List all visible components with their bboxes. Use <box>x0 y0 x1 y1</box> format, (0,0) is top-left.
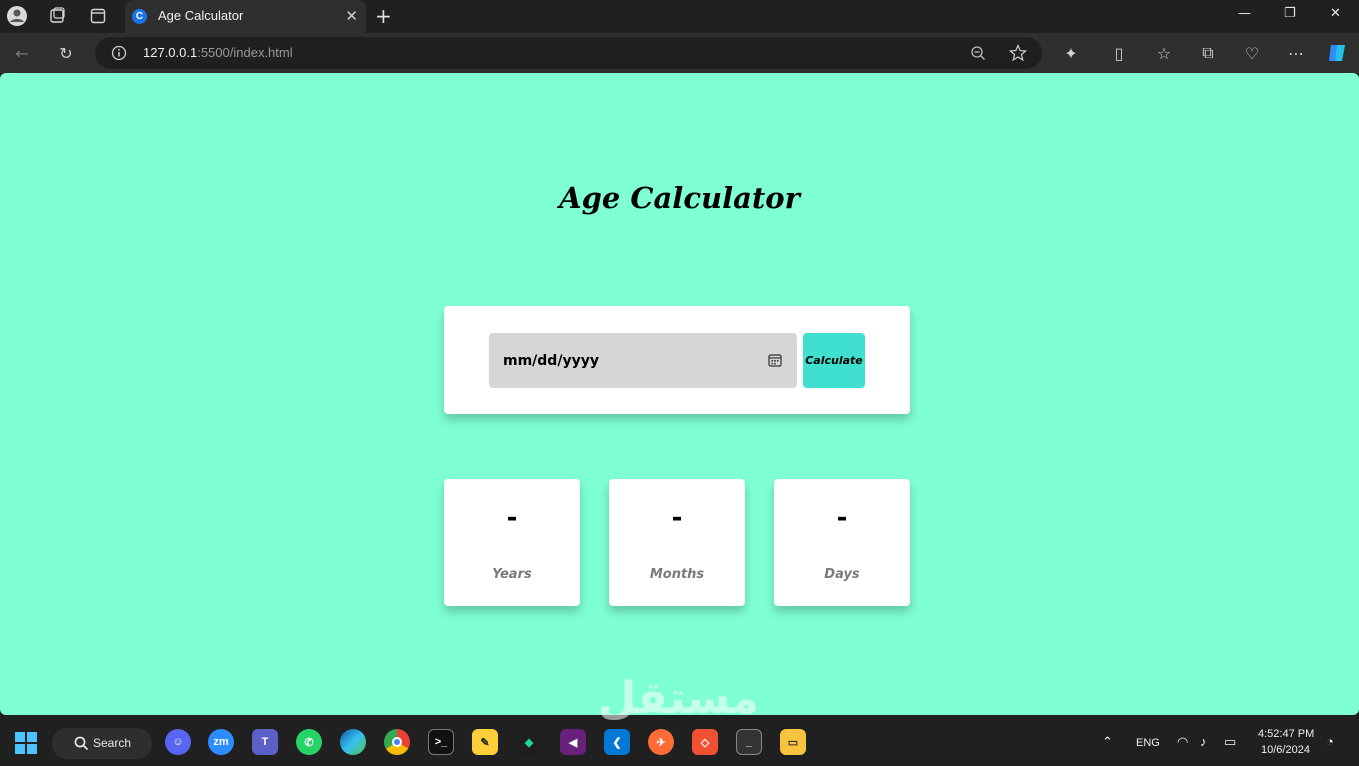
birthdate-input[interactable] <box>489 333 797 388</box>
terminal-preview-icon[interactable]: _ <box>736 729 762 755</box>
result-card-days: - Days <box>774 479 910 606</box>
favorite-star-icon[interactable] <box>1009 44 1027 62</box>
info-icon[interactable] <box>111 45 127 61</box>
terminal-icon[interactable]: >_ <box>428 729 454 755</box>
profile-icon[interactable] <box>4 4 30 28</box>
address-bar[interactable]: 127.0.0.1:5500/index.html <box>95 37 1042 69</box>
page-body: Age Calculator Calculate - Years - Month… <box>0 73 1359 724</box>
git-icon[interactable]: ◇ <box>692 729 718 755</box>
close-window-icon[interactable]: ✕ <box>1330 6 1341 21</box>
days-label: Days <box>824 567 860 582</box>
pycharm-icon[interactable]: ◆ <box>516 729 542 755</box>
url-path: :5500/index.html <box>197 45 293 60</box>
browser-essentials-icon[interactable]: ♡ <box>1241 42 1263 64</box>
file-explorer-icon[interactable]: ▭ <box>780 729 806 755</box>
edge-icon[interactable] <box>340 729 366 755</box>
years-label: Years <box>492 567 532 582</box>
zoom-icon[interactable]: zm <box>208 729 234 755</box>
discord-icon[interactable]: ☺ <box>165 729 191 755</box>
url-text: 127.0.0.1:5500/index.html <box>143 45 293 60</box>
zoom-out-icon[interactable] <box>970 45 986 61</box>
teams-icon[interactable]: T <box>252 729 278 755</box>
collections-icon[interactable]: ⧉ <box>1197 42 1219 64</box>
tab-title: Age Calculator <box>158 8 244 23</box>
refresh-icon[interactable]: ↻ <box>55 42 77 64</box>
back-icon[interactable]: ← <box>11 42 33 64</box>
search-icon <box>74 736 89 751</box>
windows-start-icon[interactable] <box>15 732 37 758</box>
input-card: Calculate <box>444 306 910 414</box>
tab-close-icon[interactable]: ✕ <box>345 7 358 25</box>
clock-date[interactable]: 10/6/2024 <box>1261 744 1310 756</box>
tab-age-calculator[interactable]: C Age Calculator ✕ <box>125 0 366 33</box>
vscode-icon[interactable]: ❮ <box>604 729 630 755</box>
wifi-icon[interactable]: ◠ <box>1177 734 1188 750</box>
new-tab-icon[interactable]: + <box>375 4 392 28</box>
postman-icon[interactable]: ✈ <box>648 729 674 755</box>
days-value: - <box>836 503 848 533</box>
page-title: Age Calculator <box>559 181 800 215</box>
calendar-icon[interactable] <box>768 353 782 367</box>
navigation-bar: ← ↻ 127.0.0.1:5500/index.html ✦ ▯ ☆ ⧉ ♡ … <box>0 33 1359 73</box>
url-host: 127.0.0.1 <box>143 45 198 60</box>
copilot-icon[interactable] <box>1326 42 1348 64</box>
visual-studio-icon[interactable]: ◀ <box>560 729 586 755</box>
language-indicator[interactable]: ENG <box>1136 737 1160 749</box>
extensions-icon[interactable]: ✦ <box>1060 42 1082 64</box>
tray-chevron-icon[interactable]: ⌃ <box>1102 734 1113 750</box>
tab-favicon-icon: C <box>132 9 147 24</box>
tool-icon[interactable]: ✎ <box>472 729 498 755</box>
battery-icon[interactable]: ▭ <box>1224 734 1236 750</box>
result-card-months: - Months <box>609 479 745 606</box>
months-label: Months <box>649 567 705 582</box>
tab-actions-icon[interactable] <box>85 4 111 28</box>
volume-icon[interactable]: ♪ <box>1200 734 1207 749</box>
result-card-years: - Years <box>444 479 580 606</box>
favorites-icon[interactable]: ☆ <box>1153 42 1175 64</box>
years-value: - <box>506 503 518 533</box>
split-screen-icon[interactable]: ▯ <box>1108 42 1130 64</box>
taskbar-search[interactable]: Search <box>52 728 152 759</box>
calculate-button[interactable]: Calculate <box>803 333 865 388</box>
more-menu-icon[interactable]: ⋯ <box>1285 42 1307 64</box>
restore-icon[interactable]: ❐ <box>1284 6 1296 21</box>
minimize-icon[interactable]: — <box>1238 6 1251 21</box>
watermark-logo: مستقل <box>598 673 759 724</box>
whatsapp-icon[interactable]: ✆ <box>296 729 322 755</box>
clock-time[interactable]: 4:52:47 PM <box>1258 728 1314 740</box>
search-label: Search <box>93 736 132 750</box>
taskbar: Search ☺ zm T ✆ >_ ✎ ◆ ◀ ❮ ✈ ◇ _ ▭ ⌃ ENG… <box>0 720 1359 766</box>
browser-tab-bar: C Age Calculator ✕ + — ❐ ✕ <box>0 0 1359 33</box>
notifications-icon[interactable]: ◔ <box>1326 734 1334 749</box>
chrome-icon[interactable] <box>384 729 410 755</box>
months-value: - <box>671 503 683 533</box>
workspaces-icon[interactable] <box>44 4 70 28</box>
